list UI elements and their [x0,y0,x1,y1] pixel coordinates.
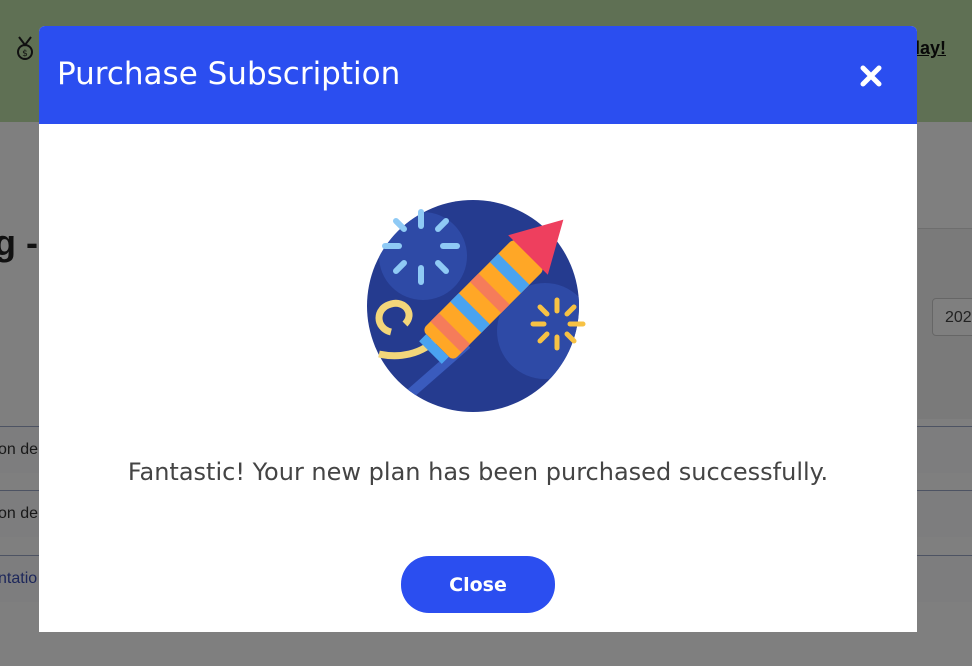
close-x-icon[interactable] [857,62,885,90]
purchase-modal: Purchase Subscription Fantastic! Your ne… [39,26,917,632]
close-button[interactable]: Close [401,556,555,613]
modal-header: Purchase Subscription [39,26,917,124]
modal-title: Purchase Subscription [57,56,401,92]
success-message: Fantastic! Your new plan has been purcha… [127,458,829,486]
firework-rocket-icon [367,200,586,412]
